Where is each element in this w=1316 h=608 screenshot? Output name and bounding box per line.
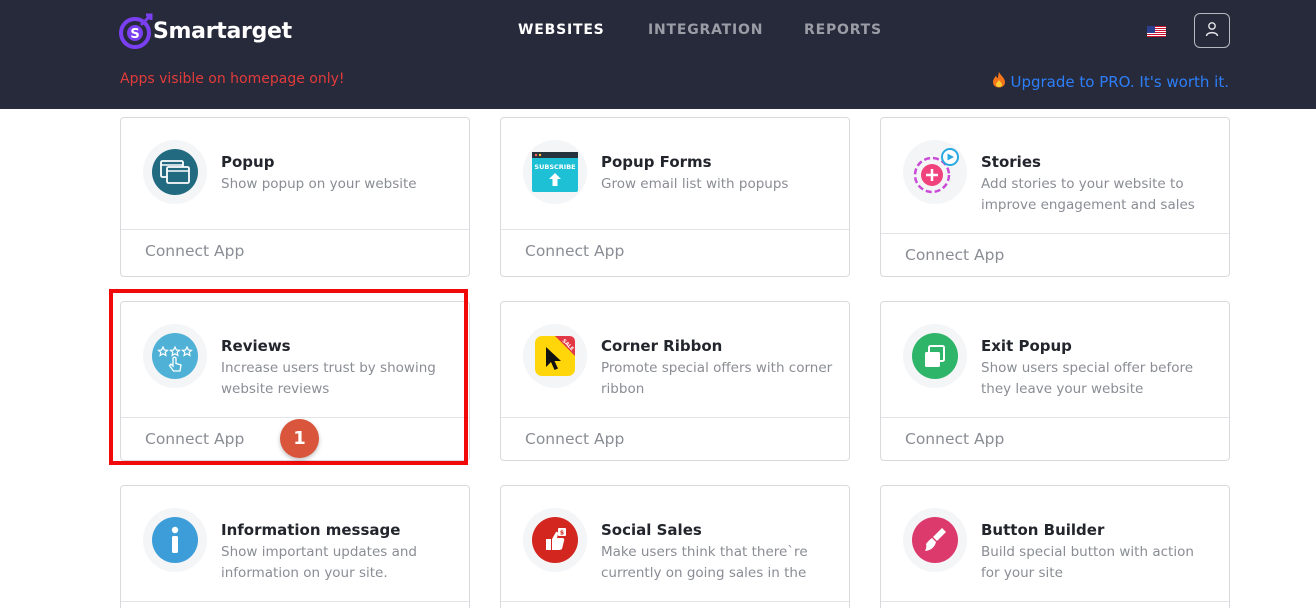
app-title: Button Builder [981, 521, 1105, 539]
app-card-popup: Popup Show popup on your website Connect… [120, 117, 470, 277]
nav-reports[interactable]: REPORTS [804, 22, 882, 38]
social-sales-icon: $ [523, 508, 587, 572]
connect-app-button[interactable]: Connect App [905, 246, 1004, 264]
subscribe-icon-text: SUBSCRIBE [534, 163, 575, 171]
corner-ribbon-icon: SALE [523, 324, 587, 388]
upgrade-link[interactable]: Upgrade to PRO. It's worth it. [992, 71, 1229, 92]
app-card-social-sales: $ Social Sales Make users think that the… [500, 485, 850, 608]
app-description: Make users think that there`re currently… [601, 544, 808, 581]
app-title: Popup Forms [601, 153, 712, 171]
connect-app-button[interactable]: Connect App [525, 242, 624, 260]
app-title: Exit Popup [981, 337, 1072, 355]
popup-windows-icon [143, 140, 207, 204]
card-divider [881, 417, 1229, 418]
connect-app-button[interactable]: Connect App [525, 430, 624, 448]
nav-websites[interactable]: WEBSITES [518, 22, 605, 38]
app-title: Popup [221, 153, 275, 171]
button-builder-icon [903, 508, 967, 572]
app-title: Information message [221, 521, 401, 539]
app-description: Add stories to your website to improve e… [981, 176, 1195, 213]
fire-icon [992, 71, 1006, 92]
upgrade-text: Upgrade to PRO. It's worth it. [1010, 72, 1229, 91]
app-card-exit-popup: Exit Popup Show users special offer befo… [880, 301, 1230, 461]
app-description: Show popup on your website [221, 176, 417, 192]
app-card-button-builder: Button Builder Build special button with… [880, 485, 1230, 608]
info-icon [143, 508, 207, 572]
app-title: Corner Ribbon [601, 337, 723, 355]
top-header: S Smartarget WEBSITES INTEGRATION REPORT… [0, 0, 1316, 109]
main-nav: WEBSITES INTEGRATION REPORTS [0, 22, 1316, 40]
app-description: Show users special offer before they lea… [981, 360, 1194, 397]
app-card-stories: Stories Add stories to your website to i… [880, 117, 1230, 277]
card-divider [121, 601, 469, 602]
homepage-notice: Apps visible on homepage only! [120, 71, 345, 87]
card-divider [501, 417, 849, 418]
app-description: Promote special offers with corner ribbo… [601, 360, 833, 397]
app-title: Social Sales [601, 521, 702, 539]
card-divider [121, 229, 469, 230]
user-icon [1204, 21, 1220, 41]
app-description: Grow email list with popups [601, 176, 789, 192]
step-number-badge: 1 [280, 419, 319, 458]
app-card-information-message: Information message Show important updat… [120, 485, 470, 608]
subscribe-form-icon: SUBSCRIBE [523, 140, 587, 204]
connect-app-button[interactable]: Connect App [905, 430, 1004, 448]
exit-popup-icon [903, 324, 967, 388]
svg-text:$: $ [560, 530, 564, 537]
card-divider [501, 601, 849, 602]
app-card-popup-forms: SUBSCRIBE Popup Forms Grow email list wi… [500, 117, 850, 277]
stories-icon [903, 140, 967, 204]
nav-integration[interactable]: INTEGRATION [648, 22, 763, 38]
app-description: Show important updates and information o… [221, 544, 417, 581]
card-divider [881, 601, 1229, 602]
us-flag-icon[interactable] [1147, 24, 1166, 37]
app-card-corner-ribbon: SALE Corner Ribbon Promote special offer… [500, 301, 850, 461]
card-divider [501, 229, 849, 230]
card-divider [881, 233, 1229, 234]
account-button[interactable] [1194, 13, 1230, 48]
app-description: Build special button with action for you… [981, 544, 1194, 581]
app-title: Stories [981, 153, 1041, 171]
connect-app-button[interactable]: Connect App [145, 242, 244, 260]
